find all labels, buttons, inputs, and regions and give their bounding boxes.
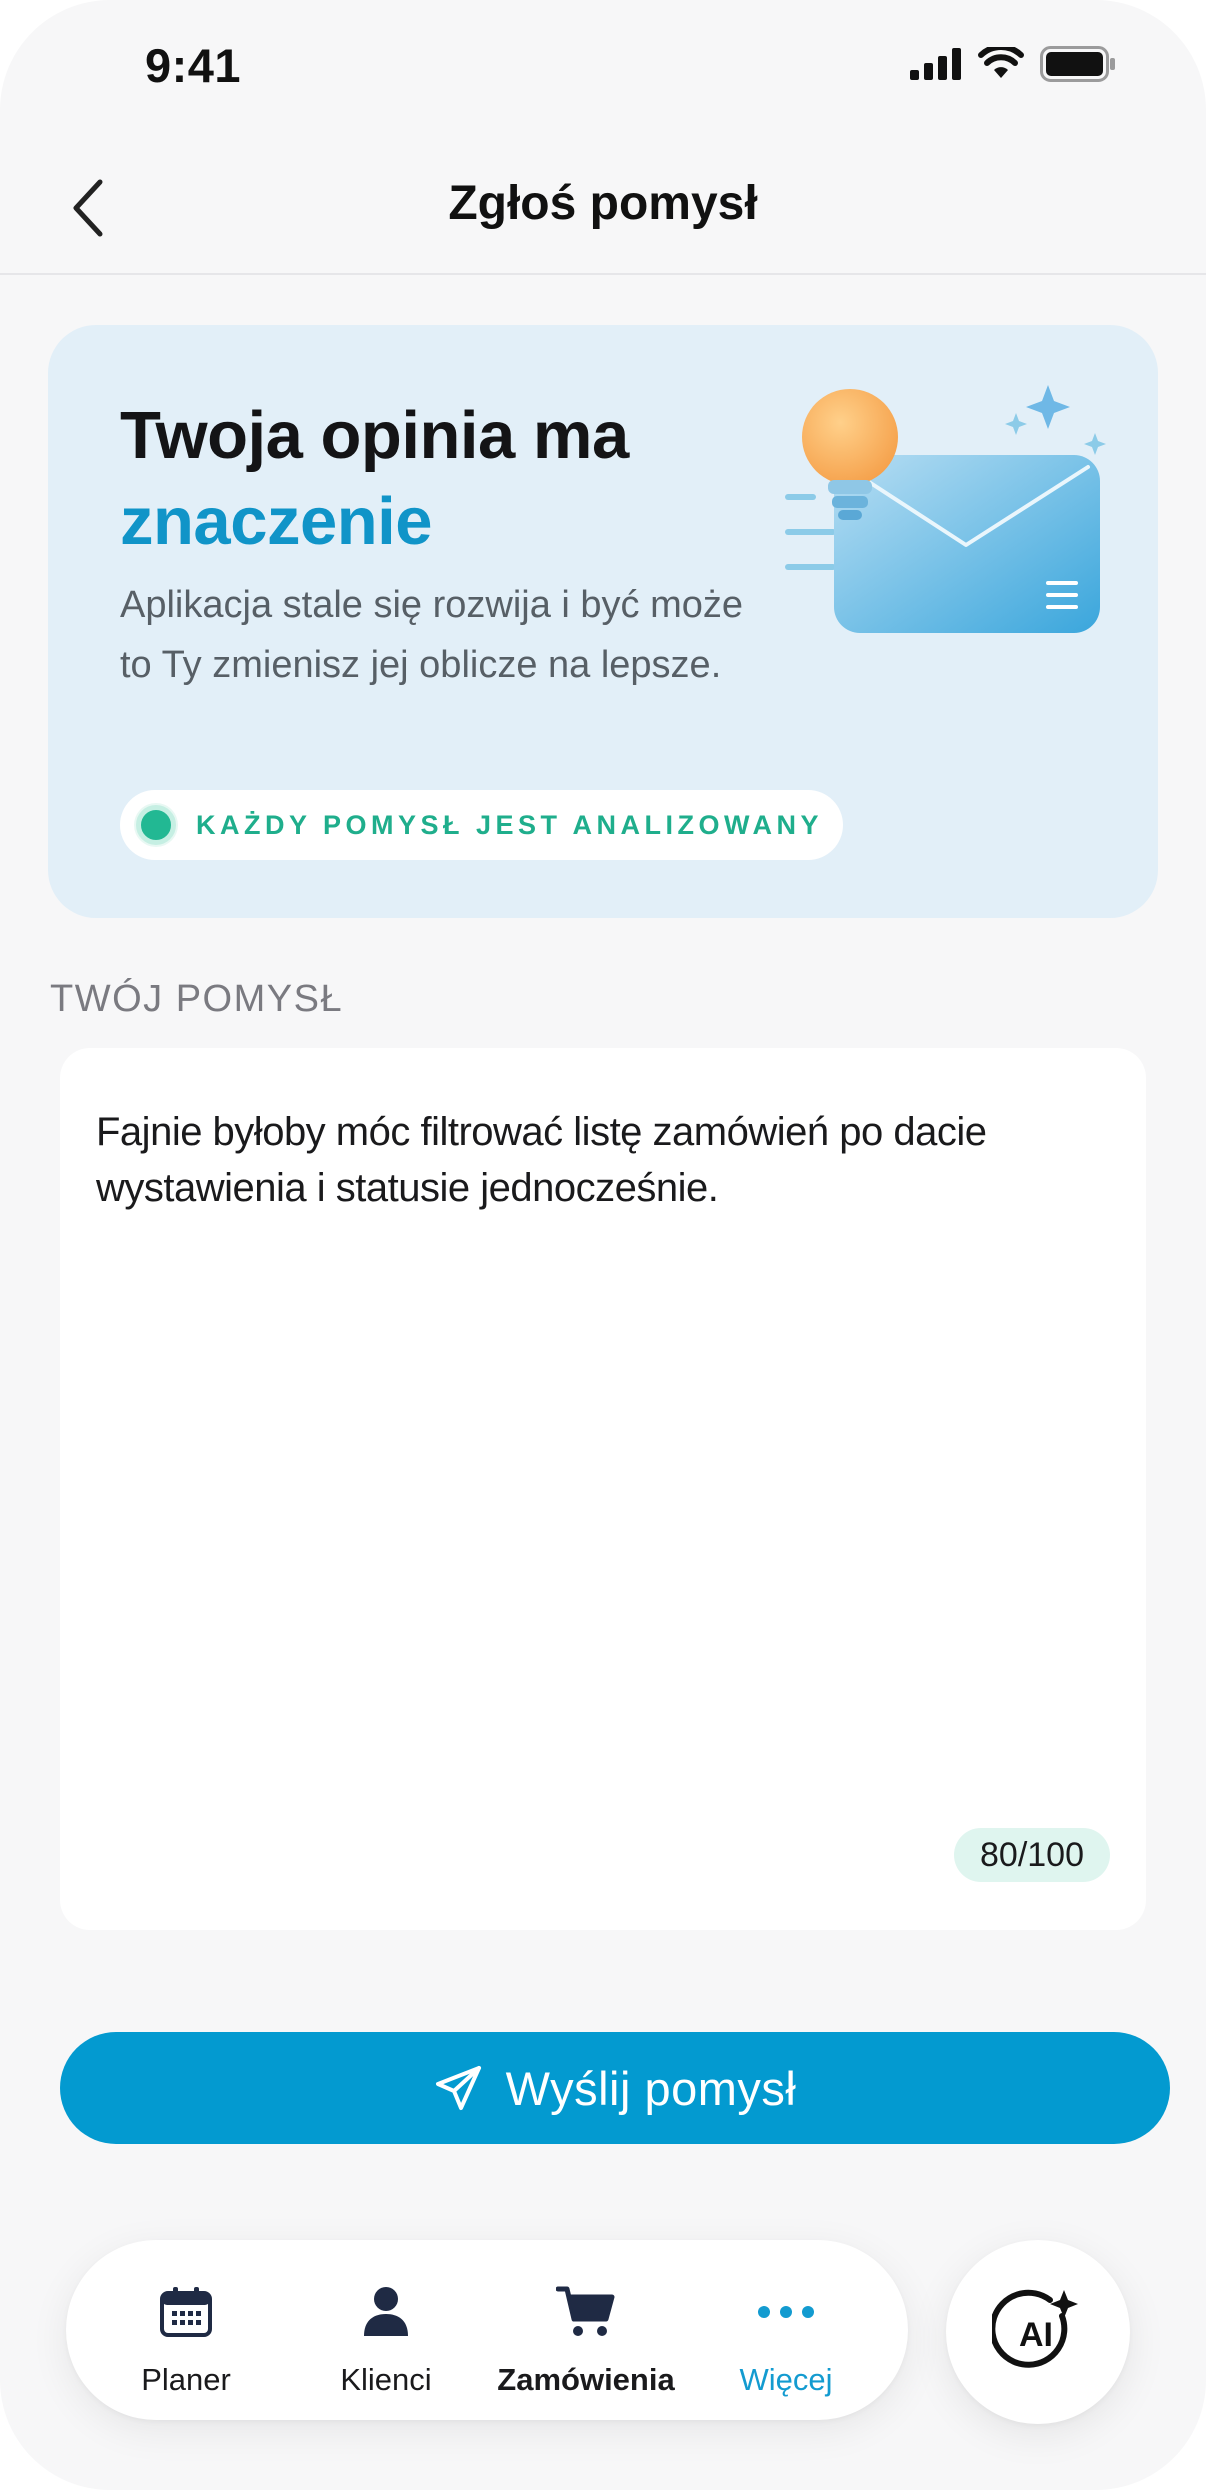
tab-wiecej[interactable]: Więcej [686, 2282, 886, 2402]
navigation-header: Zgłoś pomysł [0, 140, 1206, 275]
person-icon [356, 2282, 416, 2342]
feedback-hero-card: Twoja opinia ma znaczenie Aplikacja stal… [48, 325, 1158, 918]
hero-description: Aplikacja stale się rozwija i być może t… [120, 584, 744, 686]
bottom-tab-bar: Planer Klienci Zamówienia Więcej [66, 2240, 908, 2420]
idea-textarea[interactable]: Fajnie byłoby móc filtrować listę zamówi… [60, 1048, 1146, 1930]
status-time: 9:41 [145, 39, 242, 92]
hero-title: Twoja opinia ma znaczenie [120, 393, 629, 565]
character-counter: 80/100 [954, 1828, 1110, 1882]
analysis-badge: KAŻDY POMYSŁ JEST ANALIZOWANY [120, 790, 844, 860]
status-icons [910, 46, 1116, 82]
cellular-signal-icon [910, 48, 961, 80]
tab-zamowienia-label: Zamówienia [497, 2362, 675, 2397]
hero-title-line1: Twoja opinia ma [120, 398, 629, 473]
tab-klienci[interactable]: Klienci [286, 2282, 486, 2402]
tab-planer[interactable]: Planer [86, 2282, 286, 2402]
submit-idea-label: Wyślij pomysł [505, 2061, 797, 2115]
tab-klienci-label: Klienci [340, 2362, 432, 2397]
submit-idea-button[interactable]: Wyślij pomysł [60, 2032, 1170, 2144]
app-screen: 9:41 Zgłoś pomysł Twoja opinia ma znacze… [0, 0, 1206, 2490]
more-dots-icon [756, 2282, 816, 2342]
calendar-icon [156, 2282, 216, 2342]
analysis-badge-label: KAŻDY POMYSŁ JEST ANALIZOWANY [196, 809, 824, 840]
ai-assistant-button[interactable]: AI [946, 2240, 1130, 2424]
hero-title-highlight: znaczenie [120, 484, 433, 559]
ai-sparkle-icon: AI [992, 2289, 1078, 2368]
send-icon [435, 2066, 481, 2110]
battery-icon [1040, 46, 1115, 82]
tab-planer-label: Planer [141, 2362, 231, 2397]
envelope-lightbulb-illustration [785, 385, 1106, 633]
status-dot-icon [136, 805, 176, 845]
tab-zamowienia[interactable]: Zamówienia [486, 2282, 686, 2402]
status-bar: 9:41 [0, 0, 1206, 140]
ai-button-label: AI [1019, 2316, 1053, 2354]
cart-icon [556, 2282, 616, 2342]
idea-textarea-value[interactable]: Fajnie byłoby móc filtrować listę zamówi… [96, 1104, 1096, 1216]
tab-wiecej-label: Więcej [739, 2362, 833, 2397]
wifi-icon [978, 47, 1024, 78]
page-title: Zgłoś pomysł [448, 177, 758, 230]
idea-section-label: TWÓJ POMYSŁ [50, 978, 344, 1020]
